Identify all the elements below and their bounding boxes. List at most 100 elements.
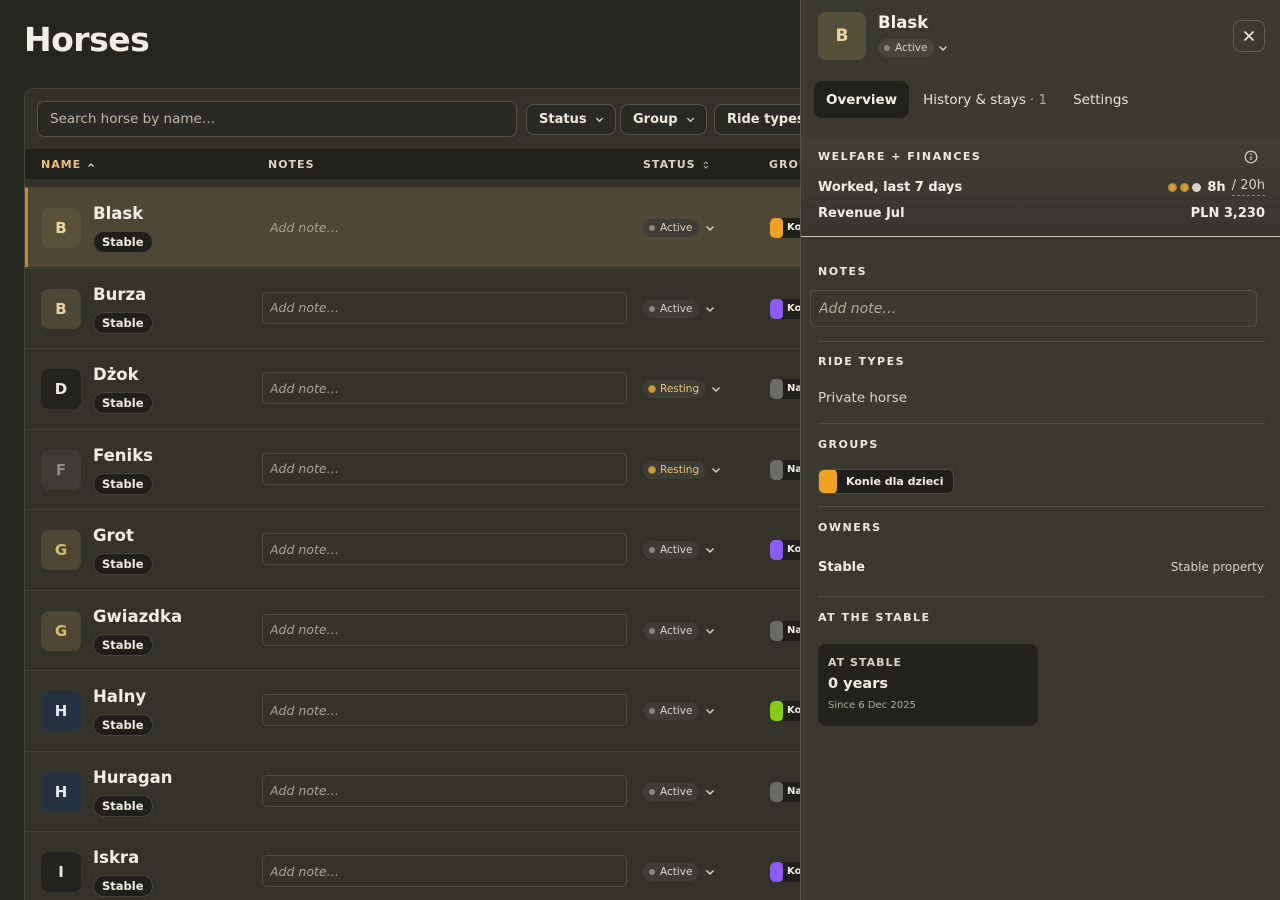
tab-settings[interactable]: Settings <box>1061 81 1140 118</box>
horse-name[interactable]: Feniks <box>93 446 153 465</box>
close-button[interactable] <box>1233 20 1265 52</box>
horse-name[interactable]: Halny <box>93 687 146 706</box>
chevron-down-icon[interactable] <box>705 706 715 716</box>
note-input[interactable] <box>262 372 627 404</box>
group-tag[interactable]: Konie dla dzieci <box>818 469 955 494</box>
chevron-down-icon[interactable] <box>705 223 715 233</box>
table-row[interactable]: G Gwiazdka Stable Active Na <box>25 589 823 670</box>
chevron-down-icon[interactable] <box>711 384 721 394</box>
owner-badge: Stable <box>93 311 153 334</box>
table-row[interactable]: B Burza Stable Active Ko <box>25 267 823 348</box>
page-title: Horses <box>24 20 150 59</box>
status-dropdown[interactable]: Resting <box>643 380 707 398</box>
search-input[interactable] <box>37 101 517 137</box>
status-dot-icon <box>649 305 655 312</box>
note-input[interactable] <box>262 855 627 887</box>
divider <box>818 596 1265 597</box>
tab-history-count: · 1 <box>1029 91 1048 108</box>
table-row[interactable]: G Grot Stable Active Ko <box>25 509 823 589</box>
group-filter-button[interactable]: Group <box>620 104 707 135</box>
owners-section-title: OWNERS <box>818 521 882 534</box>
divider <box>818 423 1265 424</box>
note-input[interactable] <box>262 533 627 565</box>
worked-target[interactable]: / 20h <box>1231 178 1265 196</box>
owner-badge: Stable <box>93 472 153 495</box>
horse-name[interactable]: Gwiazdka <box>93 607 182 626</box>
status-dropdown[interactable]: Active <box>643 219 700 237</box>
horse-name[interactable]: Huragan <box>93 768 173 787</box>
owner-badge: Stable <box>93 633 153 656</box>
chevron-down-icon[interactable] <box>705 867 715 877</box>
group-color-swatch <box>770 781 783 802</box>
note-input[interactable] <box>262 452 627 485</box>
table-row[interactable]: F Feniks Stable Resting Na <box>25 428 823 509</box>
welfare-section: WELFARE + FINANCES Worked, last 7 days 8… <box>801 137 1280 237</box>
name-column-label: NAME <box>41 158 82 171</box>
horse-name[interactable]: Iskra <box>93 848 139 867</box>
status-filter-label: Status <box>539 112 587 127</box>
chevron-down-icon[interactable] <box>711 465 721 475</box>
notes-input[interactable] <box>810 290 1257 327</box>
sort-asc-icon <box>88 162 95 167</box>
groups-section-title: GROUPS <box>818 438 879 451</box>
horse-name[interactable]: Burza <box>93 285 146 304</box>
horse-name[interactable]: Grot <box>93 526 134 545</box>
horse-name[interactable]: Blask <box>93 204 143 223</box>
status-dot-icon <box>884 45 890 51</box>
note-input[interactable] <box>262 774 627 807</box>
horse-name[interactable]: Dżok <box>93 365 139 384</box>
status-dot-icon <box>649 788 655 795</box>
name-column-header[interactable]: NAME <box>41 158 95 171</box>
workload-indicator <box>1168 182 1202 192</box>
status-dropdown[interactable]: Active <box>878 39 935 57</box>
avatar: H <box>41 771 81 812</box>
status-dropdown[interactable]: Active <box>643 702 700 720</box>
chevron-down-icon[interactable] <box>705 545 715 555</box>
note-input[interactable] <box>262 613 627 646</box>
group-color-swatch <box>819 470 837 493</box>
table-row[interactable]: H Huragan Stable Active Na <box>25 750 823 831</box>
info-icon[interactable] <box>1244 150 1258 164</box>
note-input[interactable] <box>262 694 627 726</box>
group-color-swatch <box>770 540 783 560</box>
status-dot-icon <box>649 466 655 473</box>
divider <box>818 341 1265 342</box>
worked-label: Worked, last 7 days <box>818 180 963 195</box>
chevron-down-icon[interactable] <box>705 626 715 636</box>
group-color-swatch <box>770 379 783 399</box>
table-row[interactable]: H Halny Stable Active Ko <box>25 670 823 750</box>
note-input[interactable] <box>262 211 627 243</box>
owner-name: Stable <box>818 560 865 575</box>
status-dropdown[interactable]: Active <box>643 541 700 559</box>
status-dropdown[interactable]: Active <box>643 299 700 318</box>
owner-badge: Stable <box>93 794 153 817</box>
table-row[interactable]: D Dżok Stable Resting Na <box>25 348 823 428</box>
status-filter-button[interactable]: Status <box>526 104 616 135</box>
notes-column-header: NOTES <box>268 158 315 171</box>
status-dropdown[interactable]: Resting <box>643 460 707 479</box>
status-dot-icon <box>649 708 655 714</box>
chevron-down-icon <box>686 117 694 123</box>
sort-icon <box>703 160 708 169</box>
status-dropdown[interactable]: Active <box>643 863 700 881</box>
chevron-down-icon[interactable] <box>705 787 715 797</box>
ride-type-value: Private horse <box>818 390 908 406</box>
tab-history-label: History & stays <box>923 91 1026 108</box>
group-chip-label: Ko <box>787 302 802 314</box>
tab-overview[interactable]: Overview <box>814 81 910 118</box>
table-row[interactable]: I Iskra Stable Active Ko <box>25 831 823 900</box>
ride-types-section-title: RIDE TYPES <box>818 355 906 368</box>
group-chip-label: Ko <box>787 866 802 877</box>
status-dropdown[interactable]: Active <box>643 782 700 801</box>
status-dot-icon <box>649 869 655 875</box>
chevron-down-icon[interactable] <box>938 43 948 53</box>
status-dropdown[interactable]: Active <box>643 621 700 640</box>
notes-section-title: NOTES <box>818 265 867 278</box>
tab-history[interactable]: History & stays · 1 <box>911 81 1059 118</box>
workload-dot <box>1180 182 1190 192</box>
status-column-header[interactable]: STATUS <box>643 158 710 171</box>
table-row[interactable]: B Blask Stable Active Ko <box>25 187 823 267</box>
chevron-down-icon[interactable] <box>705 304 715 314</box>
horse-detail-panel: B Blask Active Overview History & stays … <box>800 0 1280 900</box>
note-input[interactable] <box>262 291 627 324</box>
